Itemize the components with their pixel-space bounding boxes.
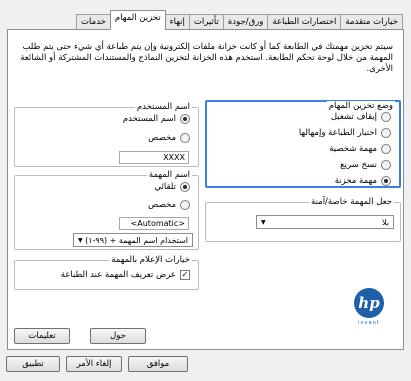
radio-off[interactable]: إيقاف تشغيل xyxy=(331,112,391,122)
make-job-private-group: جعل المهمة خاصة/آمنة بلا ▼ xyxy=(205,197,401,242)
intro-text: سيتم تخزين مهمتك في الطابعة كما أو كانت … xyxy=(20,42,393,74)
apply-button[interactable]: تطبيق xyxy=(6,356,60,372)
radio-label: اسم المستخدم xyxy=(122,114,176,124)
hp-logo: hp xyxy=(354,288,384,318)
job-storage-mode-title: وضع تخزين المهام xyxy=(326,101,395,111)
notification-title: خيارات الإعلام بالمهمة xyxy=(109,255,192,265)
user-name-title: اسم المستخدم xyxy=(134,102,192,112)
tab-printing-shortcuts[interactable]: اختصارات الطباعة xyxy=(267,14,342,30)
job-name-group: اسم المهمة تلقائي مخصص <Automatic> استخد… xyxy=(14,170,199,250)
tab-paper-quality[interactable]: ورق/جودة xyxy=(222,14,269,30)
job-name-title: اسم المهمة xyxy=(146,170,192,180)
notification-group: خيارات الإعلام بالمهمة ✓ عرض تعريف المهم… xyxy=(14,255,199,290)
radio-button[interactable] xyxy=(381,128,391,138)
radio-job-automatic[interactable]: تلقائي xyxy=(154,182,190,192)
tab-services[interactable]: خدمات xyxy=(76,14,111,30)
chevron-down-icon[interactable]: ▼ xyxy=(261,219,266,226)
job-storage-mode-group: وضع تخزين المهام إيقاف تشغيل اختبار الطب… xyxy=(205,100,401,188)
tab-advanced[interactable]: خيارات متقدمة xyxy=(340,14,403,30)
radio-stored-job[interactable]: مهمة مخزنة xyxy=(335,176,391,186)
radio-label: مخصص xyxy=(148,200,176,210)
radio-label: مخصص xyxy=(148,133,176,143)
radio-button[interactable] xyxy=(381,176,391,186)
private-select[interactable]: بلا ▼ xyxy=(256,215,394,229)
radio-button[interactable] xyxy=(381,144,391,154)
display-job-id-checkbox[interactable]: ✓ xyxy=(180,270,190,280)
radio-label: إيقاف تشغيل xyxy=(330,112,377,122)
private-select-value: بلا xyxy=(382,217,389,227)
radio-quick-copy[interactable]: نسخ سريع xyxy=(340,160,391,170)
radio-button[interactable] xyxy=(180,114,190,124)
radio-personal-job[interactable]: مهمة شخصية xyxy=(329,144,391,154)
radio-label: اختبار الطباعة وإمهالها xyxy=(298,128,377,138)
if-job-exists-select[interactable]: استخدام اسم المهمة + (٩٩-١) ▼ xyxy=(73,233,193,247)
user-name-input[interactable]: XXXX xyxy=(119,151,189,164)
tab-effects[interactable]: تأثيرات xyxy=(188,14,224,30)
display-job-id-checkbox-row[interactable]: ✓ عرض تعريف المهمة عند الطباعة xyxy=(61,270,190,280)
cancel-button[interactable]: إلغاء الأمر xyxy=(66,356,122,372)
help-button[interactable]: تعليمات xyxy=(14,328,70,344)
job-name-input[interactable]: <Automatic> xyxy=(119,217,189,230)
hp-tagline: invent xyxy=(358,320,380,326)
checkbox-label: عرض تعريف المهمة عند الطباعة xyxy=(60,270,176,280)
if-job-exists-value: استخدام اسم المهمة + (٩٩-١) xyxy=(85,235,188,245)
radio-label: نسخ سريع xyxy=(340,160,377,170)
radio-proof-and-hold[interactable]: اختبار الطباعة وإمهالها xyxy=(299,128,391,138)
print-properties-dialog: خيارات متقدمة اختصارات الطباعة ورق/جودة … xyxy=(0,0,411,381)
radio-label: تلقائي xyxy=(154,182,176,192)
make-job-private-title: جعل المهمة خاصة/آمنة xyxy=(309,197,394,207)
radio-button[interactable] xyxy=(381,112,391,122)
ok-button[interactable]: موافق xyxy=(128,356,188,372)
radio-button[interactable] xyxy=(381,160,391,170)
about-button[interactable]: حول xyxy=(90,328,146,344)
radio-label: مهمة شخصية xyxy=(329,144,377,154)
chevron-down-icon[interactable]: ▼ xyxy=(78,237,83,244)
radio-user-custom[interactable]: مخصص xyxy=(148,133,190,143)
job-storage-panel: سيتم تخزين مهمتك في الطابعة كما أو كانت … xyxy=(7,29,404,350)
tab-strip: خيارات متقدمة اختصارات الطباعة ورق/جودة … xyxy=(8,10,403,30)
radio-user-name[interactable]: اسم المستخدم xyxy=(123,114,190,124)
tab-finishing[interactable]: إنهاء xyxy=(164,14,190,30)
radio-button[interactable] xyxy=(180,182,190,192)
radio-job-custom[interactable]: مخصص xyxy=(148,200,190,210)
radio-label: مهمة مخزنة xyxy=(334,176,377,186)
tab-job-storage[interactable]: تخزين المهام xyxy=(109,10,166,30)
user-name-group: اسم المستخدم اسم المستخدم مخصص XXXX xyxy=(14,102,199,167)
radio-button[interactable] xyxy=(180,200,190,210)
radio-button[interactable] xyxy=(180,133,190,143)
